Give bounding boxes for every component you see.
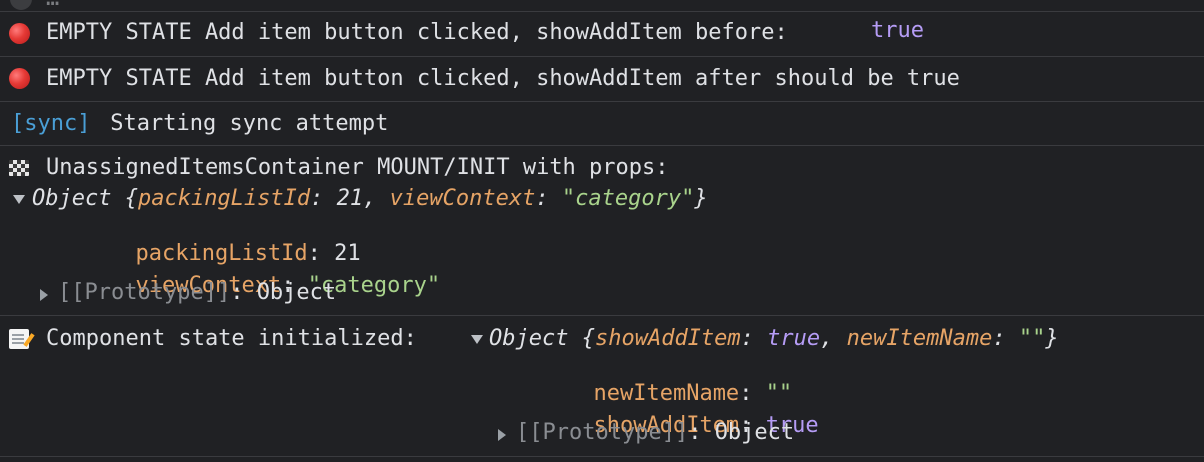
red-circle-icon	[9, 68, 30, 89]
object-summary[interactable]: Object {showAddItem: true, newItemName: …	[468, 324, 1168, 354]
object-summary-text: Object {showAddItem: true, newItemName: …	[489, 326, 1059, 351]
log-text: UnassignedItemsContainer MOUNT/INIT with…	[46, 155, 669, 180]
log-value-boolean: true	[871, 18, 924, 43]
object-prototype-row[interactable]: [[Prototype]]: Object	[496, 420, 896, 450]
log-level-icon	[10, 0, 32, 10]
console-message-component-state[interactable]: Component state initialized: Object {sho…	[0, 316, 1204, 455]
expand-triangle-right-icon[interactable]	[498, 429, 506, 441]
console-message-empty-state-before[interactable]: EMPTY STATE Add item button clicked, sho…	[0, 12, 1204, 57]
memo-icon	[9, 329, 29, 349]
divider	[0, 456, 1204, 457]
log-text: Component state initialized:	[46, 326, 431, 351]
expand-triangle-right-icon[interactable]	[40, 289, 48, 301]
previous-log-row: …	[0, 0, 1204, 12]
console-message-sync[interactable]: [sync] Starting sync attempt	[0, 102, 1204, 146]
devtools-console: … EMPTY STATE Add item button clicked, s…	[0, 0, 1204, 462]
console-message-empty-state-after[interactable]: EMPTY STATE Add item button clicked, sho…	[0, 57, 1204, 102]
object-summary-text: Object {packingListId: 21, viewContext: …	[32, 186, 708, 211]
log-text: Starting sync attempt	[97, 111, 389, 136]
checkered-flag-icon	[9, 160, 29, 176]
expand-triangle-icon[interactable]	[13, 195, 25, 204]
console-message-mount-init[interactable]: UnassignedItemsContainer MOUNT/INIT with…	[0, 146, 1204, 316]
expand-triangle-icon[interactable]	[471, 335, 483, 344]
log-text: EMPTY STATE Add item button clicked, sho…	[46, 20, 801, 45]
object-summary[interactable]: Object {packingListId: 21, viewContext: …	[0, 184, 1204, 214]
red-circle-icon	[9, 23, 30, 44]
previous-log-text: …	[46, 0, 59, 11]
log-text: EMPTY STATE Add item button clicked, sho…	[46, 66, 960, 91]
sync-tag: [sync]	[11, 111, 91, 136]
object-prototype-row[interactable]: [[Prototype]]: Object	[38, 280, 438, 310]
